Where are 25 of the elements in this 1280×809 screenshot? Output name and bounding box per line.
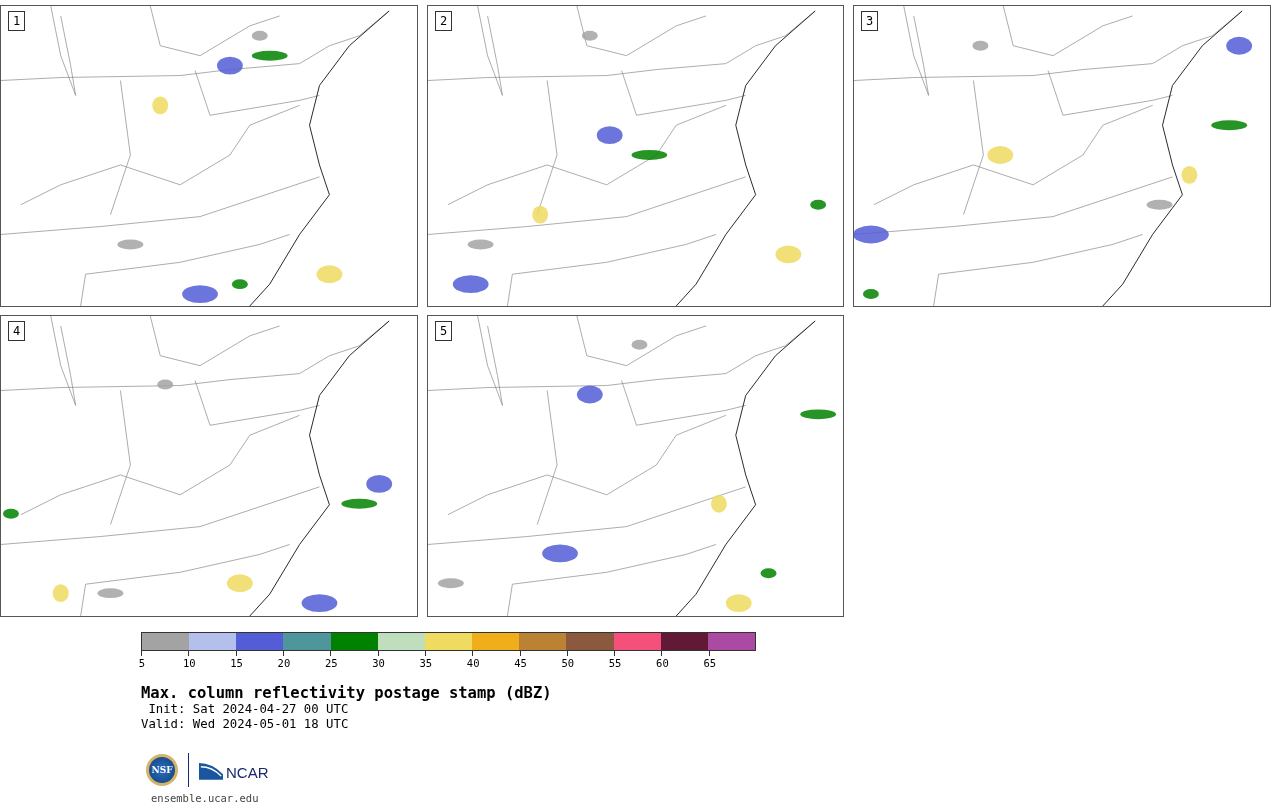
tick-label: 20 bbox=[277, 657, 291, 669]
chart-title: Max. column reflectivity postage stamp (dBZ) bbox=[141, 684, 553, 702]
swoosh-icon bbox=[199, 760, 223, 780]
tick-label: 5 bbox=[138, 657, 146, 669]
tick-label: 50 bbox=[561, 657, 575, 669]
tick-label: 35 bbox=[419, 657, 433, 669]
site-url: ensemble.ucar.edu bbox=[151, 792, 260, 805]
valid-time: Valid: Wed 2024-05-01 18 UTC bbox=[141, 717, 350, 732]
tick-label: 65 bbox=[703, 657, 717, 669]
tick-label: 25 bbox=[324, 657, 338, 669]
panel-number: 4 bbox=[8, 321, 26, 341]
panel-number: 2 bbox=[435, 11, 453, 31]
tick-label: 45 bbox=[514, 657, 527, 669]
ncar-logo: NCAR bbox=[226, 763, 269, 781]
panel-number: 5 bbox=[435, 321, 453, 341]
init-time: Init: Sat 2024-04-27 00 UTC bbox=[147, 702, 350, 717]
panel-number: 1 bbox=[8, 11, 26, 31]
nsf-logo: NSF bbox=[146, 754, 178, 786]
tick-label: 15 bbox=[230, 657, 243, 669]
panel-number: 3 bbox=[861, 11, 879, 31]
tick-label: 60 bbox=[656, 657, 669, 669]
tick-label: 10 bbox=[183, 657, 196, 669]
tick-label: 55 bbox=[608, 657, 622, 669]
tick-label: 30 bbox=[372, 657, 385, 669]
tick-label: 40 bbox=[466, 657, 480, 669]
